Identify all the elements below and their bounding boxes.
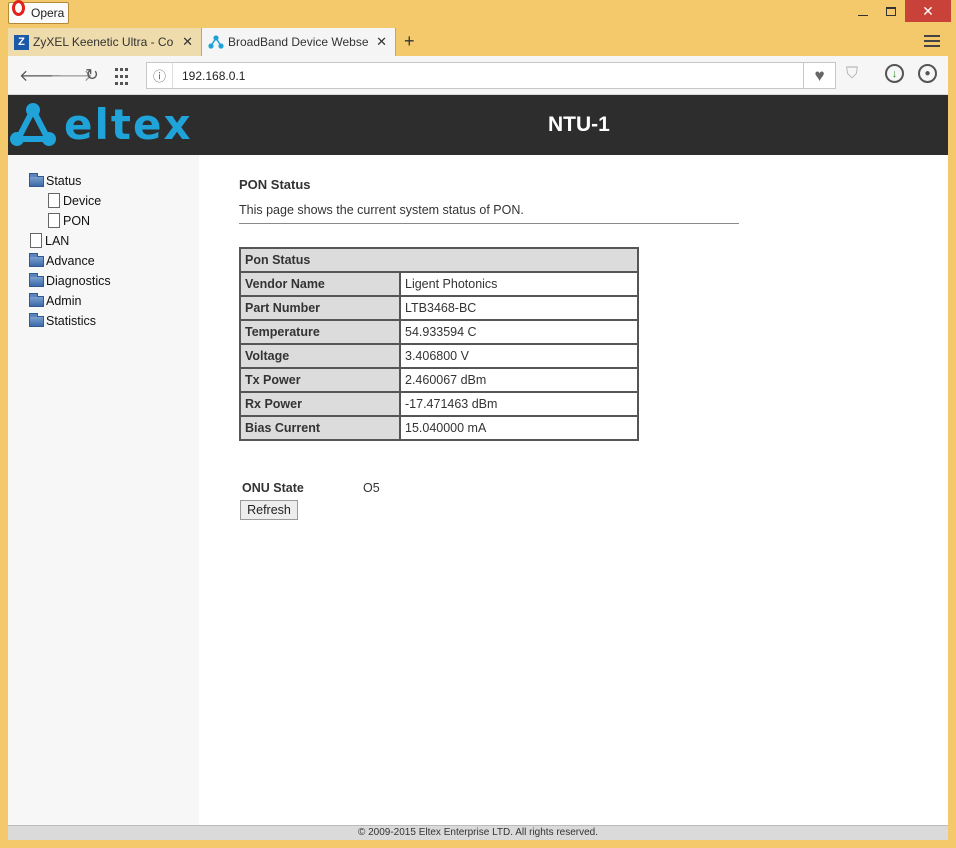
new-tab-button[interactable]: + <box>404 31 415 52</box>
url-text[interactable]: 192.168.0.1 <box>182 69 245 83</box>
table-row: Vendor Name Ligent Photonics <box>239 271 639 297</box>
maximize-icon <box>886 6 896 16</box>
sidebar-item-lan[interactable]: LAN <box>30 233 69 248</box>
folder-icon <box>29 292 44 307</box>
row-label: Voltage <box>239 343 401 369</box>
table-row: Part Number LTB3468-BC <box>239 295 639 321</box>
app-name: Opera <box>31 6 65 20</box>
sidebar-item-advance[interactable]: Advance <box>29 252 95 268</box>
row-label: Part Number <box>239 295 401 321</box>
folder-icon <box>29 312 44 327</box>
pon-status-table: Pon Status Vendor Name Ligent Photonics … <box>239 247 639 441</box>
logo-text: eltex <box>64 100 193 149</box>
sidebar-item-statistics[interactable]: Statistics <box>29 312 97 328</box>
opera-logo-icon <box>12 0 25 16</box>
sidebar-item-label: Device <box>63 193 102 208</box>
address-bar[interactable]: ⓘ 192.168.0.1 ♥ <box>146 62 836 89</box>
tab-bar: Z ZyXEL Keenetic Ultra - Cor ✕ BroadBand… <box>8 28 948 56</box>
table-row: Bias Current 15.040000 mA <box>239 415 639 441</box>
tab-title: BroadBand Device Webser <box>228 35 368 49</box>
tab-broadband[interactable]: BroadBand Device Webser ✕ <box>202 28 396 56</box>
reload-icon[interactable]: ↻ <box>82 65 102 85</box>
table-header: Pon Status <box>239 247 639 273</box>
download-icon[interactable]: ↓ <box>885 64 904 83</box>
close-window-button[interactable]: ✕ <box>905 0 951 22</box>
page-header: eltex NTU-1 <box>8 95 948 155</box>
speed-dial-icon[interactable] <box>114 65 129 86</box>
tab-zyxel[interactable]: Z ZyXEL Keenetic Ultra - Cor ✕ <box>8 28 202 56</box>
navigation-bar: 🡐 🡒 ↻ ⓘ 192.168.0.1 ♥ ⛉ ↓ ● <box>8 56 948 95</box>
row-label: Rx Power <box>239 391 401 417</box>
sidebar-tree: Status Device PON LAN Advance Diagnostic… <box>8 155 199 825</box>
row-value: 54.933594 C <box>399 319 639 345</box>
zyxel-favicon-icon: Z <box>14 34 29 50</box>
close-icon: ✕ <box>922 2 934 19</box>
row-value: 3.406800 V <box>399 343 639 369</box>
refresh-button[interactable]: Refresh <box>240 500 298 520</box>
eltex-logo-icon <box>10 103 56 146</box>
tab-title: ZyXEL Keenetic Ultra - Cor <box>33 35 173 49</box>
row-value: -17.471463 dBm <box>399 391 639 417</box>
sidebar-item-label: Admin <box>46 294 82 308</box>
page-icon <box>48 193 60 208</box>
tab-close-icon[interactable]: ✕ <box>182 34 193 50</box>
sidebar-item-admin[interactable]: Admin <box>29 292 82 308</box>
row-label: Vendor Name <box>239 271 401 297</box>
page-title: PON Status <box>239 177 311 192</box>
back-arrow-icon[interactable]: 🡐 <box>19 65 62 86</box>
page-description: This page shows the current system statu… <box>239 203 524 217</box>
folder-icon <box>29 172 44 187</box>
sidebar-item-label: PON <box>63 213 91 228</box>
onu-state-value: O5 <box>363 481 380 495</box>
bookmark-heart-icon[interactable]: ♥ <box>803 63 835 88</box>
sidebar-item-pon[interactable]: PON <box>48 213 90 228</box>
sidebar-item-label: Statistics <box>46 314 97 328</box>
row-label: Temperature <box>239 319 401 345</box>
table-row: Voltage 3.406800 V <box>239 343 639 369</box>
table-row: Temperature 54.933594 C <box>239 319 639 345</box>
main-content: PON Status This page shows the current s… <box>199 155 948 825</box>
sidebar-item-label: Status <box>46 174 82 188</box>
sidebar-item-label: Advance <box>46 254 95 268</box>
row-value: 15.040000 mA <box>399 415 639 441</box>
folder-icon <box>29 252 44 267</box>
adblock-shield-icon[interactable]: ⛉ <box>846 65 858 83</box>
sidebar-item-label: Diagnostics <box>46 274 111 288</box>
page-icon <box>30 233 42 248</box>
window-titlebar: Opera ✕ <box>0 0 956 28</box>
row-label: Bias Current <box>239 415 401 441</box>
opera-menu-button[interactable]: Opera <box>8 0 69 24</box>
page-footer: © 2009-2015 Eltex Enterprise LTD. All ri… <box>8 825 948 840</box>
site-info-icon[interactable]: ⓘ <box>147 63 173 88</box>
account-icon[interactable]: ● <box>918 64 937 83</box>
row-value: 2.460067 dBm <box>399 367 639 393</box>
eltex-logo: eltex <box>10 103 193 147</box>
sidebar-item-device[interactable]: Device <box>48 193 101 208</box>
tab-close-icon[interactable]: ✕ <box>376 34 387 50</box>
table-row: Tx Power 2.460067 dBm <box>239 367 639 393</box>
device-name: NTU-1 <box>548 113 610 136</box>
maximize-button[interactable] <box>879 0 903 22</box>
row-value: Ligent Photonics <box>399 271 639 297</box>
tab-menu-icon[interactable] <box>924 32 940 50</box>
row-value: LTB3468-BC <box>399 295 639 321</box>
divider <box>239 223 739 224</box>
sidebar-item-label: LAN <box>45 233 70 248</box>
minimize-button[interactable] <box>851 0 875 22</box>
page-viewport: eltex NTU-1 Status Device PON LAN Advanc… <box>8 95 948 840</box>
folder-icon <box>29 272 44 287</box>
table-row: Rx Power -17.471463 dBm <box>239 391 639 417</box>
eltex-favicon-icon <box>208 35 224 49</box>
sidebar-item-status[interactable]: Status <box>29 172 82 188</box>
sidebar-item-diagnostics[interactable]: Diagnostics <box>29 272 111 288</box>
forward-arrow-icon[interactable]: 🡒 <box>50 65 93 86</box>
row-label: Tx Power <box>239 367 401 393</box>
minimize-icon <box>858 14 868 16</box>
onu-state-label: ONU State <box>242 481 304 495</box>
page-icon <box>48 213 60 228</box>
